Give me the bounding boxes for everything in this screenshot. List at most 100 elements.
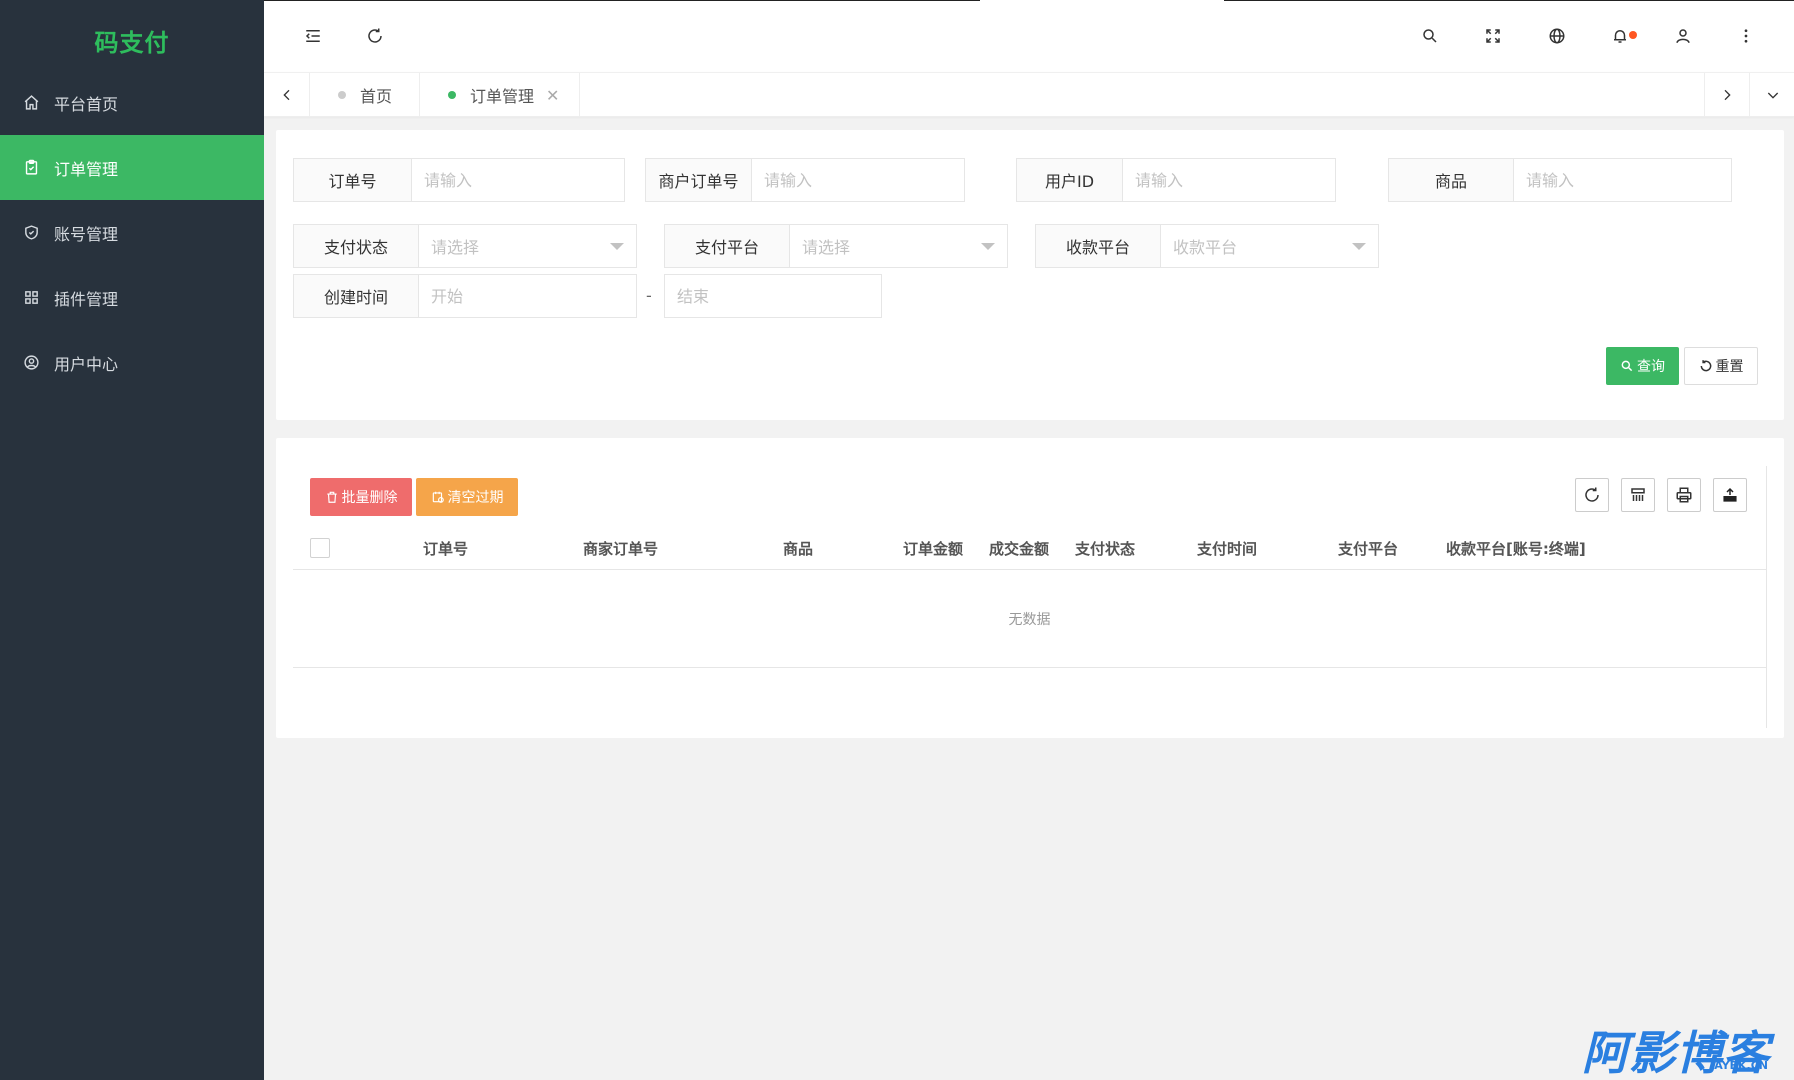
chevron-down-icon xyxy=(1767,92,1779,99)
field-label: 订单号 xyxy=(294,159,412,201)
more-button[interactable] xyxy=(1733,23,1759,49)
column-header-pay-time[interactable]: 支付时间 xyxy=(1197,526,1257,570)
tab-options-button[interactable] xyxy=(1750,73,1794,117)
sidebar-item-user-center[interactable]: 用户中心 xyxy=(0,330,264,395)
sidebar-item-order-management[interactable]: 订单管理 xyxy=(0,135,264,200)
tab-label: 订单管理 xyxy=(470,87,535,106)
clear-expired-label: 清空过期 xyxy=(447,490,504,506)
top-header xyxy=(264,0,1794,72)
sidebar-item-label: 插件管理 xyxy=(54,289,119,309)
search-icon xyxy=(1621,360,1633,372)
user-icon xyxy=(1676,29,1690,44)
sidebar-item-label: 账号管理 xyxy=(54,224,119,244)
tab-order-management[interactable]: 订单管理 ✕ xyxy=(420,73,580,117)
column-header-receive-platform[interactable]: 收款平台[账号:终端] xyxy=(1446,526,1586,570)
sidebar-item-label: 订单管理 xyxy=(54,159,119,179)
menu-fold-icon xyxy=(305,30,320,42)
notification-button[interactable] xyxy=(1607,23,1637,49)
column-header-product[interactable]: 商品 xyxy=(783,526,813,570)
create-time-end-input[interactable] xyxy=(665,275,881,317)
tab-scroll-right-button[interactable] xyxy=(1704,73,1750,117)
bell-icon xyxy=(1614,30,1626,43)
batch-delete-label: 批量删除 xyxy=(341,490,398,506)
sidebar-item-plugin-management[interactable]: 插件管理 xyxy=(0,265,264,330)
sidebar: 码支付 平台首页 订单管理 账号管理 插件管理 用户中心 xyxy=(0,0,264,1080)
column-header-merchant-order-no[interactable]: 商家订单号 xyxy=(583,526,658,570)
merchant-order-no-input[interactable] xyxy=(752,159,964,201)
refresh-page-button[interactable] xyxy=(362,23,388,49)
create-time-end-field xyxy=(664,274,882,318)
batch-delete-button[interactable]: 批量删除 xyxy=(310,478,412,516)
export-icon xyxy=(1723,487,1737,502)
trash-icon xyxy=(326,491,337,503)
pay-status-field: 支付状态 请选择 xyxy=(293,224,637,268)
table-panel: 批量删除 清空过期 订单号 商家订单号 商品 订单金额 成交金额 支付状态 支付… xyxy=(276,438,1784,738)
caret-down-icon xyxy=(610,243,624,250)
tab-home[interactable]: 首页 xyxy=(310,73,420,117)
search-panel: 订单号 商户订单号 用户ID 商品 支付状态 请选择 支付平台 请选择 收款平台… xyxy=(276,130,1784,420)
print-icon xyxy=(1676,487,1692,503)
menu-fold-button[interactable] xyxy=(300,23,326,49)
user-id-input[interactable] xyxy=(1123,159,1335,201)
home-icon xyxy=(22,94,40,112)
table-export-button[interactable] xyxy=(1713,478,1747,512)
clear-expired-button[interactable]: 清空过期 xyxy=(416,478,518,516)
field-label: 创建时间 xyxy=(294,275,419,317)
tab-bar: 首页 订单管理 ✕ xyxy=(264,72,1794,117)
language-button[interactable] xyxy=(1544,23,1570,49)
refresh-icon xyxy=(1700,360,1711,372)
tab-close-icon[interactable]: ✕ xyxy=(546,86,559,105)
sidebar-item-label: 平台首页 xyxy=(54,94,119,114)
tab-status-dot xyxy=(338,91,346,99)
shield-check-icon xyxy=(22,224,40,242)
field-label: 商户订单号 xyxy=(646,159,752,201)
receive-platform-select[interactable]: 收款平台 xyxy=(1161,225,1378,267)
query-label: 查询 xyxy=(1637,359,1665,375)
sidebar-item-account-management[interactable]: 账号管理 xyxy=(0,200,264,265)
pay-platform-select[interactable]: 请选择 xyxy=(790,225,1007,267)
header-gap xyxy=(980,0,1224,2)
user-menu-button[interactable] xyxy=(1670,23,1696,49)
pay-platform-field: 支付平台 请选择 xyxy=(664,224,1008,268)
more-vertical-icon xyxy=(1744,29,1748,43)
pay-status-select[interactable]: 请选择 xyxy=(419,225,636,267)
product-field: 商品 xyxy=(1388,158,1732,202)
calendar-clear-icon xyxy=(432,491,444,503)
product-input[interactable] xyxy=(1514,159,1731,201)
user-circle-icon xyxy=(22,354,40,372)
fullscreen-button[interactable] xyxy=(1480,23,1506,49)
table-print-button[interactable] xyxy=(1667,478,1701,512)
sidebar-item-label: 用户中心 xyxy=(54,354,119,374)
columns-icon xyxy=(1631,488,1645,501)
merchant-order-no-field: 商户订单号 xyxy=(645,158,965,202)
create-time-field: 创建时间 xyxy=(293,274,637,318)
header-search-button[interactable] xyxy=(1417,23,1443,49)
globe-icon xyxy=(1549,28,1565,44)
field-label: 支付状态 xyxy=(294,225,419,267)
table-empty-state: 无数据 xyxy=(293,570,1766,668)
table-header: 订单号 商家订单号 商品 订单金额 成交金额 支付状态 支付时间 支付平台 收款… xyxy=(293,526,1766,570)
field-label: 用户ID xyxy=(1017,159,1123,201)
select-all-checkbox[interactable] xyxy=(310,538,330,558)
fullscreen-icon xyxy=(1486,29,1500,43)
table-columns-button[interactable] xyxy=(1621,478,1655,512)
tab-label: 首页 xyxy=(360,87,393,106)
reset-button[interactable]: 重置 xyxy=(1684,347,1758,385)
column-header-pay-status[interactable]: 支付状态 xyxy=(1075,526,1135,570)
date-range-separator: - xyxy=(646,286,652,305)
receive-platform-field: 收款平台 收款平台 xyxy=(1035,224,1379,268)
query-button[interactable]: 查询 xyxy=(1606,347,1679,385)
table-scroll-divider xyxy=(1766,466,1767,728)
caret-down-icon xyxy=(981,243,995,250)
tab-scroll-left-button[interactable] xyxy=(264,73,310,117)
table-refresh-button[interactable] xyxy=(1575,478,1609,512)
column-header-order-no[interactable]: 订单号 xyxy=(423,526,468,570)
order-no-input[interactable] xyxy=(412,159,624,201)
chevron-right-icon xyxy=(1724,89,1731,101)
create-time-start-input[interactable] xyxy=(419,275,636,317)
column-header-pay-platform[interactable]: 支付平台 xyxy=(1338,526,1398,570)
app-logo[interactable]: 码支付 xyxy=(0,0,264,80)
sidebar-item-platform-home[interactable]: 平台首页 xyxy=(0,70,264,135)
column-header-deal-amount[interactable]: 成交金额 xyxy=(989,526,1049,570)
column-header-order-amount[interactable]: 订单金额 xyxy=(903,526,963,570)
